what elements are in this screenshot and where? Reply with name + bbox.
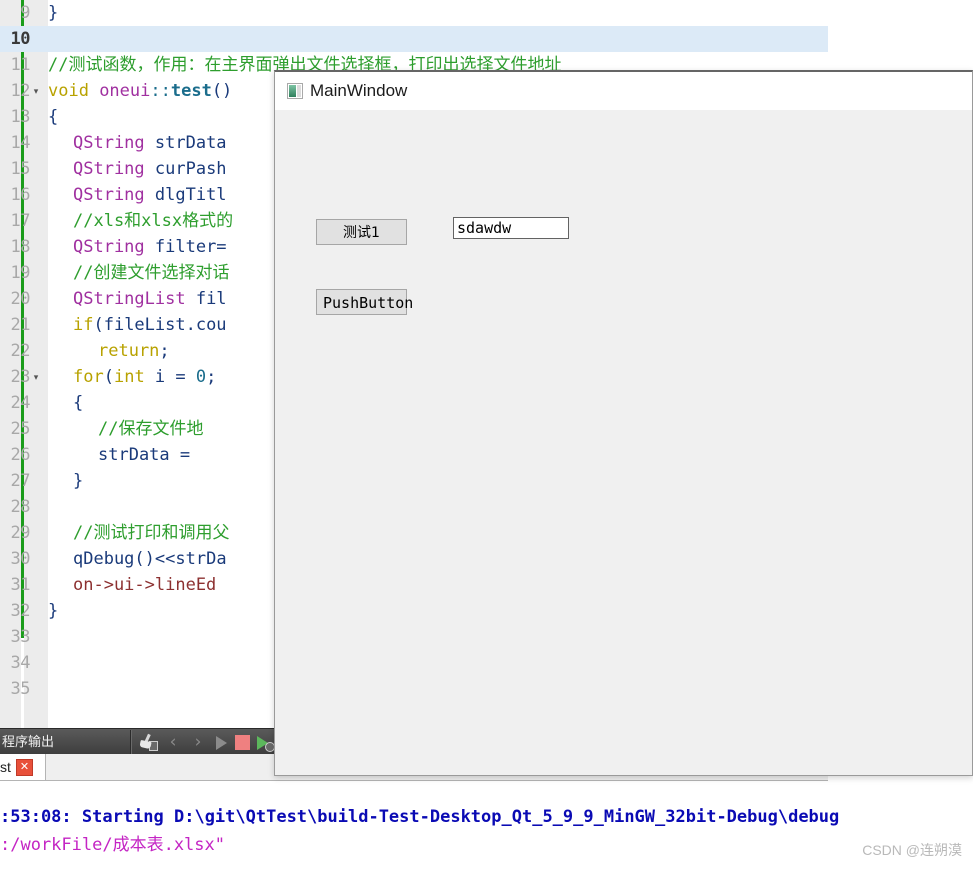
code-line-text: } (73, 471, 84, 491)
output-tab-label: st (0, 759, 11, 775)
line-number: 12 (10, 81, 31, 101)
line-number: 34 (10, 653, 31, 673)
line-number: 33 (10, 627, 31, 647)
line-number: 32 (10, 601, 31, 621)
code-line-text: return; (98, 341, 170, 361)
close-icon[interactable]: ✕ (16, 759, 33, 776)
app-icon (287, 83, 303, 99)
stop-icon[interactable] (232, 733, 252, 752)
mainwindow-title: MainWindow (310, 81, 408, 100)
mainwindow-body: 测试1 PushButton (275, 110, 972, 775)
line-number: 20 (10, 289, 31, 309)
rerun-icon[interactable] (255, 733, 275, 752)
next-item-icon[interactable]: › (188, 733, 208, 752)
code-line-text: QString curPash (73, 159, 227, 179)
line-number: 23 (10, 367, 31, 387)
code-line-text: } (48, 601, 59, 621)
line-number: 28 (10, 497, 31, 517)
line-number: 19 (10, 263, 31, 283)
line-number: 27 (10, 471, 31, 491)
console-output[interactable]: :53:08: Starting D:\git\QtTest\build-Tes… (0, 781, 973, 870)
line-number: 26 (10, 445, 31, 465)
code-line: 10 (0, 26, 828, 52)
code-line: 9} (0, 0, 828, 26)
line-number: 30 (10, 549, 31, 569)
line-number: 9 (20, 3, 30, 23)
line-number: 21 (10, 315, 31, 335)
line-number: 14 (10, 133, 31, 153)
mainwindow-dialog[interactable]: MainWindow 测试1 PushButton (274, 70, 973, 776)
code-line-text: } (48, 3, 59, 23)
mainwindow-titlebar[interactable]: MainWindow (275, 72, 972, 110)
code-line-text: on->ui->lineEd (73, 575, 217, 595)
fold-toggle-icon[interactable]: ▾ (24, 78, 48, 104)
line-number: 35 (10, 679, 31, 699)
line-number: 10 (10, 29, 31, 49)
push-button[interactable]: PushButton (316, 289, 413, 315)
output-pane-title: 程序输出 (2, 734, 55, 749)
line-number: 29 (10, 523, 31, 543)
console-line-start: :53:08: Starting D:\git\QtTest\build-Tes… (0, 807, 840, 827)
line-edit-input[interactable] (453, 217, 569, 239)
code-line-text: void oneui::test() (48, 81, 233, 101)
code-line-text: QString filter= (73, 237, 227, 257)
code-line-text: { (73, 393, 84, 413)
code-line-text: for(int i = 0; (73, 367, 217, 387)
run-icon[interactable] (211, 733, 231, 752)
prev-item-icon[interactable]: ‹ (163, 733, 183, 752)
code-line-text: QString strData (73, 133, 227, 153)
line-number: 25 (10, 419, 31, 439)
line-number: 15 (10, 159, 31, 179)
code-line-text: QStringList fil (73, 289, 227, 309)
watermark: CSDN @连朔漠 (862, 842, 962, 858)
line-number: 11 (10, 55, 31, 75)
line-number: 18 (10, 237, 31, 257)
line-number: 22 (10, 341, 31, 361)
code-line-text: qDebug()<<strDa (73, 549, 227, 569)
console-line-path: :/workFile/成本表.xlsx" (0, 835, 225, 855)
line-number: 16 (10, 185, 31, 205)
fold-toggle-icon[interactable]: ▾ (24, 364, 48, 390)
current-line-highlight (0, 26, 828, 52)
clear-output-icon[interactable] (138, 733, 158, 752)
code-line-text: //保存文件地 (98, 419, 204, 439)
line-number: 17 (10, 211, 31, 231)
output-tab-test[interactable]: st ✕ (0, 754, 46, 780)
code-line-text: //xls和xlsx格式的 (73, 211, 234, 231)
line-number: 24 (10, 393, 31, 413)
code-line-text: //创建文件选择对话 (73, 263, 230, 283)
code-line-text: //测试打印和调用父 (73, 523, 230, 543)
toolbar-separator (130, 730, 132, 754)
code-line-text: QString dlgTitl (73, 185, 227, 205)
code-line-text: if(fileList.cou (73, 315, 227, 335)
line-number: 13 (10, 107, 31, 127)
code-line-text: strData = (98, 445, 201, 465)
test1-button[interactable]: 测试1 (316, 219, 407, 245)
line-number: 31 (10, 575, 31, 595)
code-line-text: { (48, 107, 59, 127)
